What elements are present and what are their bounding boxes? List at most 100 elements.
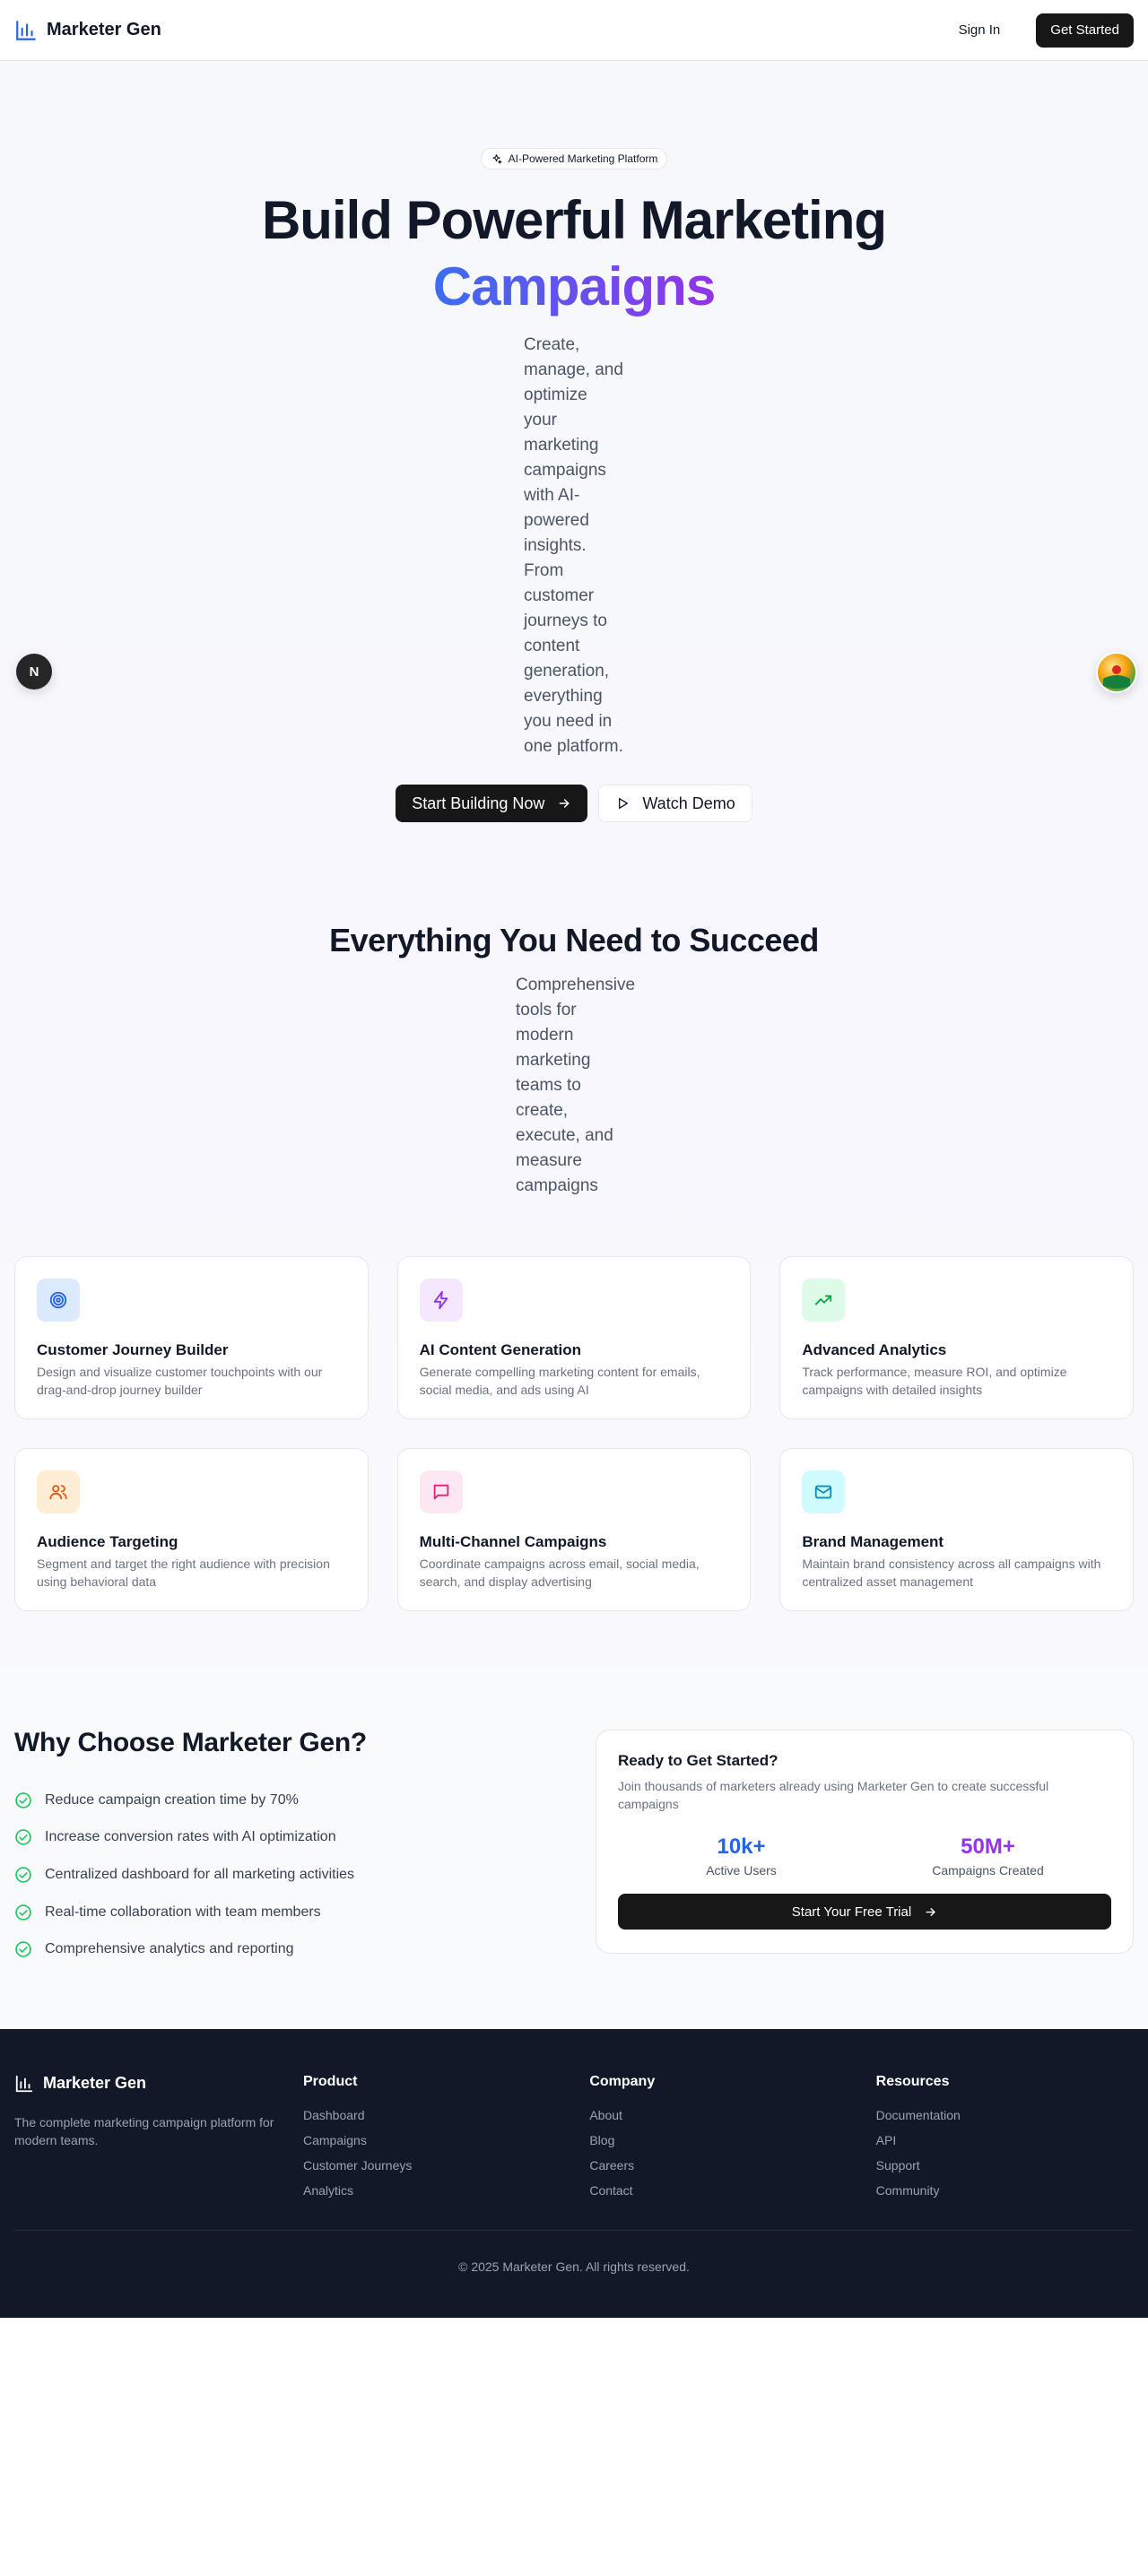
feature-card: Audience Targeting Segment and target the… (14, 1448, 369, 1611)
footer-link[interactable]: Analytics (303, 2178, 561, 2203)
feature-card: Multi-Channel Campaigns Coordinate campai… (396, 1448, 752, 1611)
feature-title: Audience Targeting (37, 1533, 178, 1550)
feature-description: Coordinate campaigns across email, socia… (419, 1557, 700, 1589)
stat-value: 10k+ (717, 1834, 766, 1859)
feature-icon-tile (37, 1279, 80, 1322)
footer-link[interactable]: Careers (589, 2153, 847, 2178)
why-section: Why Choose Marketer Gen? Reduce campaign… (0, 1667, 1148, 2029)
arrow-right-icon (926, 1907, 936, 1916)
feature-description: Segment and target the right audience wi… (37, 1557, 330, 1589)
stats-row: 10k+ Active Users 50M+ Campaigns Created (618, 1834, 1111, 1878)
start-building-button[interactable]: Start Building Now (396, 785, 588, 822)
cta-card-description: Join thousands of marketers already usin… (618, 1779, 1049, 1811)
footer-link[interactable]: Customer Journeys (303, 2153, 561, 2178)
footer-brand-column: Marketer Gen The complete marketing camp… (14, 2074, 274, 2203)
footer-brand-name: Marketer Gen (43, 2074, 147, 2093)
footer-link[interactable]: About (589, 2103, 847, 2128)
why-left-column: Why Choose Marketer Gen? Reduce campaign… (14, 1728, 552, 1968)
features-title: Everything You Need to Succeed (329, 922, 819, 958)
stat-label: Active Users (706, 1863, 777, 1878)
copyright: © 2025 Marketer Gen. All rights reserved… (14, 2229, 1134, 2274)
benefit-text: Reduce campaign creation time by 70% (45, 1791, 299, 1808)
check-circle-icon (15, 1941, 31, 1957)
footer-link[interactable]: API (876, 2128, 1134, 2153)
why-title: Why Choose Marketer Gen? (14, 1728, 367, 1757)
features-description: Comprehensive tools for modern marketing… (516, 976, 636, 1195)
trending-up-icon (815, 1295, 832, 1305)
stat-label: Campaigns Created (932, 1863, 1044, 1878)
feature-title: Brand Management (802, 1533, 944, 1550)
nav-actions: Sign In Get Started (948, 13, 1134, 48)
feature-cards-grid: Customer Journey Builder Design and visua… (0, 1256, 1148, 1611)
hero-cta-row: Start Building Now Watch Demo (0, 785, 1148, 822)
feature-icon-tile (37, 1470, 80, 1514)
feature-icon-tile (419, 1470, 463, 1514)
top-nav: Marketer Gen Sign In Get Started (0, 0, 1148, 61)
play-icon (619, 798, 629, 809)
footer-column-product: Product Dashboard Campaigns Customer Journe… (303, 2074, 561, 2203)
benefit-text: Real-time collaboration with team member… (45, 1904, 321, 1920)
check-circle-icon (15, 1867, 31, 1883)
cta-card-title: Ready to Get Started? (618, 1752, 778, 1769)
benefit-text: Increase conversion rates with AI optimi… (45, 1829, 336, 1845)
users-icon (49, 1485, 67, 1500)
footer-links: Documentation API Support Community (876, 2103, 1134, 2203)
footer-column-title: Company (589, 2073, 656, 2089)
benefit-item: Increase conversion rates with AI optimi… (14, 1819, 552, 1857)
feature-card: AI Content Generation Generate compelling… (396, 1256, 752, 1419)
arrow-right-icon (559, 799, 570, 808)
feature-title: Advanced Analytics (802, 1341, 947, 1358)
footer-link[interactable]: Support (876, 2153, 1134, 2178)
feature-icon-tile (419, 1279, 463, 1322)
footer-link[interactable]: Documentation (876, 2103, 1134, 2128)
check-circle-icon (15, 1829, 31, 1846)
ai-badge-label: AI-Powered Marketing Platform (508, 152, 658, 165)
stat-campaigns-created: 50M+ Campaigns Created (865, 1834, 1111, 1878)
footer-link[interactable]: Campaigns (303, 2128, 561, 2153)
footer-links: About Blog Careers Contact (589, 2103, 847, 2203)
start-building-label: Start Building Now (412, 794, 545, 812)
benefit-text: Centralized dashboard for all marketing … (45, 1866, 355, 1882)
watch-demo-label: Watch Demo (642, 794, 735, 812)
feature-icon-tile (802, 1470, 846, 1514)
benefit-item: Comprehensive analytics and reporting (14, 1930, 552, 1968)
footer-links: Dashboard Campaigns Customer Journeys Analy… (303, 2103, 561, 2203)
benefit-item: Reduce campaign creation time by 70% (14, 1782, 552, 1819)
footer-link[interactable]: Contact (589, 2178, 847, 2203)
footer-link[interactable]: Community (876, 2178, 1134, 2203)
feature-title: Multi-Channel Campaigns (419, 1533, 607, 1550)
feature-title: Customer Journey Builder (37, 1341, 229, 1358)
mail-icon (815, 1485, 832, 1499)
watch-demo-button[interactable]: Watch Demo (598, 785, 752, 822)
brand-name: Marketer Gen (47, 20, 161, 39)
get-started-card: Ready to Get Started? Join thousands of … (596, 1730, 1134, 1954)
free-trial-button[interactable]: Start Your Free Trial (618, 1894, 1111, 1930)
sparkles-icon (492, 153, 501, 164)
footer-column-title: Product (303, 2073, 358, 2089)
footer-link[interactable]: Blog (589, 2128, 847, 2153)
feature-card: Advanced Analytics Track performance, mea… (779, 1256, 1134, 1419)
free-trial-label: Start Your Free Trial (791, 1904, 912, 1920)
feature-description: Design and visualize customer touchpoint… (37, 1365, 323, 1397)
feature-card: Customer Journey Builder Design and visua… (14, 1256, 369, 1419)
footer-brand[interactable]: Marketer Gen (14, 2074, 274, 2094)
brand-logo-link[interactable]: Marketer Gen (14, 19, 161, 42)
footer-column-company: Company About Blog Careers Contact (589, 2074, 847, 2203)
footer: Marketer Gen The complete marketing camp… (0, 2028, 1148, 2318)
feature-title: AI Content Generation (419, 1341, 582, 1358)
feature-card: Brand Management Maintain brand consisten… (779, 1448, 1134, 1611)
stat-value: 50M+ (961, 1834, 1015, 1859)
lightning-icon (433, 1290, 448, 1310)
feature-description: Track performance, measure ROI, and opti… (802, 1365, 1067, 1397)
hero-section: AI-Powered Marketing Platform Build Powe… (0, 61, 1148, 921)
benefits-list: Reduce campaign creation time by 70% Incr… (14, 1782, 552, 1968)
benefit-text: Comprehensive analytics and reporting (45, 1941, 294, 1957)
footer-description: The complete marketing campaign platform… (14, 2114, 274, 2147)
footer-link[interactable]: Dashboard (303, 2103, 561, 2128)
sign-in-button[interactable]: Sign In (948, 13, 1012, 47)
target-icon (49, 1291, 67, 1309)
get-started-button[interactable]: Get Started (1036, 13, 1134, 48)
feature-icon-tile (802, 1279, 846, 1322)
ai-badge: AI-Powered Marketing Platform (480, 148, 668, 169)
features-section: Everything You Need to Succeed Comprehen… (0, 921, 1148, 1667)
